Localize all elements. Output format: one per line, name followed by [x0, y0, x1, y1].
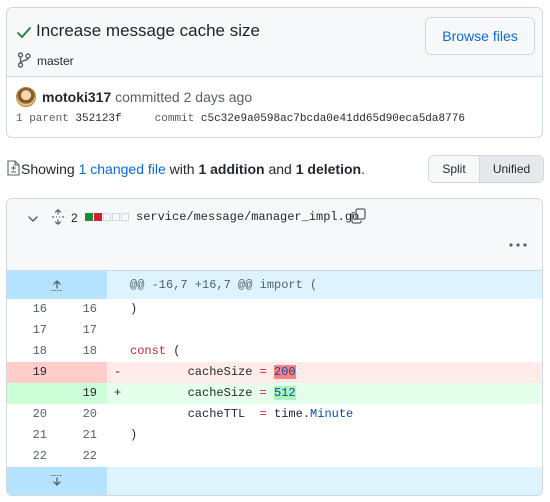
expand-up-button[interactable] [7, 271, 107, 299]
diff-marker: - [114, 365, 122, 379]
stat-block-neutral [112, 213, 120, 221]
sha-line: 1 parent 352123f commit c5c32e9a0598ac7b… [16, 113, 465, 125]
file-diff: 2 service/message/manager_impl.go @@ -16… [6, 198, 543, 496]
diff-line: 17 17 [7, 320, 542, 341]
new-line-number[interactable]: 19 [57, 383, 107, 404]
diff-lines: @@ -16,7 +16,7 @@ import ( 16 16 ) 17 17… [7, 271, 542, 495]
diff-view-toggle: Split Unified [428, 155, 544, 183]
file-diff-icon [7, 160, 20, 176]
diff-line: 21 21 ) [7, 425, 542, 446]
new-line-number[interactable]: 21 [57, 425, 107, 446]
commit-title-bar: Increase message cache size master Brows… [7, 8, 542, 77]
old-line-number[interactable]: 19 [7, 362, 57, 383]
commit-action: committed [115, 89, 180, 105]
old-line-number[interactable]: 17 [7, 320, 57, 341]
old-line-number[interactable]: 16 [7, 299, 57, 320]
new-line-number[interactable]: 16 [57, 299, 107, 320]
commit-time: 2 days ago [183, 89, 253, 105]
old-line-number[interactable]: 22 [7, 446, 57, 467]
new-line-number[interactable]: 17 [57, 320, 107, 341]
stat-block-deletion [94, 213, 102, 221]
summary-showing: Showing [21, 161, 75, 177]
old-line-number[interactable] [7, 383, 57, 404]
code-line: const ( [130, 344, 181, 358]
expand-footer-row [7, 467, 542, 495]
summary-and: and [268, 161, 292, 177]
diff-line: 22 22 [7, 446, 542, 467]
diff-marker: + [114, 386, 122, 400]
stat-block-neutral [103, 213, 111, 221]
summary-with: with [169, 161, 195, 177]
avatar[interactable] [16, 87, 36, 107]
diff-line: 20 20 cacheTTL = time.Minute [7, 404, 542, 425]
hunk-header: @@ -16,7 +16,7 @@ import ( [130, 278, 318, 292]
copy-icon[interactable] [351, 208, 366, 224]
code-line: cacheSize = 200 [130, 365, 296, 379]
commit-sha: c5c32e9a0598ac7bcda0e41dd65d90eca5da8776 [200, 113, 465, 125]
code-line: cacheTTL = time.Minute [130, 407, 354, 421]
author-name[interactable]: motoki317 [42, 89, 111, 105]
file-path[interactable]: service/message/manager_impl.go [136, 210, 359, 224]
chevron-down-icon[interactable] [27, 213, 39, 225]
unified-view-button[interactable]: Unified [480, 156, 543, 182]
author-line: motoki317 committed 2 days ago [42, 89, 252, 105]
code-line: ) [130, 302, 138, 316]
summary-period: . [361, 161, 365, 177]
kebab-horizontal-icon[interactable] [508, 241, 528, 249]
new-line-number[interactable]: 18 [57, 341, 107, 362]
new-line-number[interactable]: 20 [57, 404, 107, 425]
diff-stat-blocks [85, 213, 129, 221]
unfold-icon[interactable] [51, 209, 65, 225]
split-view-button[interactable]: Split [429, 156, 480, 182]
diff-line-deletion: 19 - cacheSize = 200 [7, 362, 542, 383]
old-line-number[interactable]: 21 [7, 425, 57, 446]
code-line: cacheSize = 512 [130, 386, 296, 400]
diff-line: 16 16 ) [7, 299, 542, 320]
git-branch-icon [17, 52, 31, 68]
commit-title: Increase message cache size [36, 21, 260, 40]
deletions-count: 1 deletion [295, 161, 362, 177]
file-header: 2 service/message/manager_impl.go [7, 199, 542, 271]
new-line-number[interactable] [57, 362, 107, 383]
stat-block-addition [85, 213, 93, 221]
parent-sha[interactable]: 352123f [75, 113, 121, 125]
browse-files-button[interactable]: Browse files [425, 17, 535, 55]
hunk-header-row: @@ -16,7 +16,7 @@ import ( [7, 271, 542, 299]
code-line: ) [130, 428, 138, 442]
additions-count: 1 addition [198, 161, 265, 177]
expand-down-button[interactable] [7, 467, 107, 495]
commit-label: commit [154, 113, 195, 125]
branch-name[interactable]: master [37, 54, 74, 68]
change-count: 2 [71, 211, 78, 225]
old-line-number[interactable]: 18 [7, 341, 57, 362]
diff-line-addition: 19 + cacheSize = 512 [7, 383, 542, 404]
parent-label: 1 parent [16, 113, 69, 125]
changed-files-link[interactable]: 1 changed file [79, 161, 166, 177]
commit-header: Increase message cache size master Brows… [6, 7, 543, 138]
expand-up-icon [51, 280, 63, 291]
check-icon [17, 27, 31, 38]
diff-summary: Showing 1 changed file with 1 addition a… [21, 161, 365, 177]
new-line-number[interactable]: 22 [57, 446, 107, 467]
stat-block-neutral [121, 213, 129, 221]
diff-line: 18 18 const ( [7, 341, 542, 362]
old-line-number[interactable]: 20 [7, 404, 57, 425]
expand-down-icon [51, 475, 63, 486]
